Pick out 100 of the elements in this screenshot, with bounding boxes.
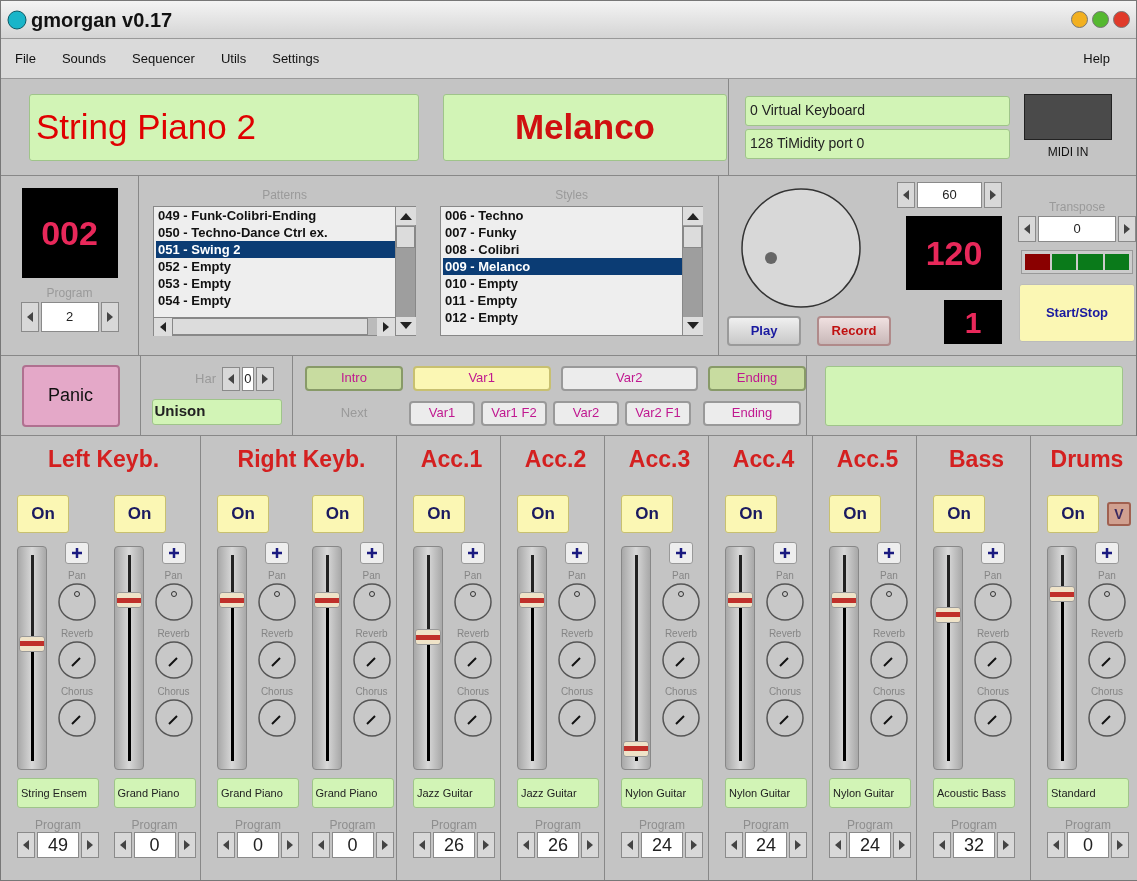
on-button[interactable]: On (17, 495, 69, 533)
list-item[interactable]: 010 - Empty (443, 275, 683, 292)
volume-fader[interactable] (933, 546, 963, 770)
value-field[interactable]: 0 (133, 832, 176, 858)
list-item[interactable]: 052 - Empty (156, 258, 396, 275)
fader-thumb[interactable] (115, 592, 142, 609)
increment-button[interactable] (893, 832, 911, 858)
list-item[interactable]: 012 - Empty (443, 309, 683, 326)
increment-button[interactable] (1111, 832, 1129, 858)
list-item[interactable]: 053 - Empty (156, 275, 396, 292)
on-button[interactable]: On (217, 495, 269, 533)
on-button[interactable]: On (413, 495, 465, 533)
list-item[interactable]: 050 - Techno-Dance Ctrl ex. (156, 224, 396, 241)
variation-button[interactable]: Ending (708, 365, 806, 391)
value-field[interactable]: 0 (331, 832, 374, 858)
decrement-button[interactable] (20, 302, 39, 332)
chorus-knob[interactable] (557, 698, 597, 738)
plus-button[interactable] (265, 542, 289, 564)
volume-fader[interactable] (621, 546, 651, 770)
next-variation-button[interactable]: Var2 (553, 400, 619, 426)
scrollbar-thumb[interactable] (396, 226, 416, 248)
on-button[interactable]: On (311, 495, 364, 533)
decrement-button[interactable] (217, 832, 235, 858)
chorus-knob[interactable] (453, 698, 493, 738)
increment-button[interactable] (789, 832, 807, 858)
value-field[interactable]: 0 (1038, 216, 1116, 242)
v-button[interactable]: V (1107, 502, 1131, 526)
on-button[interactable]: On (933, 495, 985, 533)
variation-button[interactable]: Intro (305, 365, 403, 391)
increment-button[interactable] (255, 366, 274, 391)
fader-thumb[interactable] (519, 592, 545, 609)
pan-knob[interactable] (973, 582, 1013, 622)
volume-fader[interactable] (217, 546, 247, 770)
vertical-scrollbar[interactable] (682, 207, 703, 335)
play-button[interactable]: Play (727, 316, 801, 346)
reverb-knob[interactable] (257, 640, 297, 680)
menu-item[interactable]: Sounds (61, 48, 107, 69)
list-item[interactable]: 049 - Funk-Colibri-Ending (156, 207, 396, 224)
fader-thumb[interactable] (219, 592, 245, 609)
next-variation-button[interactable]: Ending (703, 400, 801, 426)
menu-item[interactable]: Utils (220, 48, 247, 69)
list-item[interactable]: 054 - Empty (156, 292, 396, 309)
value-field[interactable]: 49 (37, 832, 79, 858)
variation-button[interactable]: Var2 (560, 365, 699, 391)
pan-knob[interactable] (661, 582, 701, 622)
variation-button[interactable]: Var1 (412, 365, 551, 391)
next-variation-button[interactable]: Var1 F2 (481, 400, 547, 426)
fader-thumb[interactable] (19, 635, 45, 652)
menu-item[interactable]: Settings (272, 48, 320, 69)
panic-button[interactable]: Panic (21, 364, 120, 427)
on-button[interactable]: On (517, 495, 569, 533)
list-item[interactable]: 007 - Funky (443, 224, 683, 241)
close-button[interactable] (1113, 11, 1130, 28)
value-field[interactable]: 24 (745, 832, 787, 858)
next-variation-button[interactable]: Var1 (409, 400, 475, 426)
decrement-button[interactable] (1018, 216, 1036, 242)
plus-button[interactable] (161, 542, 186, 564)
increment-button[interactable] (997, 832, 1015, 858)
scrollbar-thumb[interactable] (683, 226, 703, 248)
reverb-knob[interactable] (351, 640, 392, 680)
reverb-knob[interactable] (765, 640, 805, 680)
on-button[interactable]: On (829, 495, 881, 533)
menu-item[interactable]: Sequencer (132, 48, 195, 69)
decrement-button[interactable] (933, 832, 951, 858)
chorus-knob[interactable] (973, 698, 1013, 738)
value-field[interactable]: 26 (433, 832, 475, 858)
value-field[interactable]: 0 (241, 366, 254, 391)
volume-fader[interactable] (311, 546, 342, 770)
increment-button[interactable] (100, 302, 119, 332)
menu-item[interactable]: Help (1083, 48, 1110, 69)
reverb-knob[interactable] (973, 640, 1013, 680)
on-button[interactable]: On (1047, 495, 1099, 533)
increment-button[interactable] (581, 832, 599, 858)
reverb-knob[interactable] (557, 640, 597, 680)
plus-button[interactable] (359, 542, 384, 564)
reverb-knob[interactable] (869, 640, 909, 680)
horizontal-scrollbar[interactable] (154, 317, 396, 335)
plus-button[interactable] (565, 542, 589, 564)
list-item[interactable]: 051 - Swing 2 (156, 241, 396, 258)
vertical-scrollbar[interactable] (395, 207, 416, 335)
pan-knob[interactable] (557, 582, 597, 622)
value-field[interactable]: 32 (953, 832, 995, 858)
start-stop-button[interactable]: Start/Stop (1019, 284, 1135, 342)
volume-fader[interactable] (517, 546, 547, 770)
reverb-knob[interactable] (1087, 640, 1127, 680)
chorus-knob[interactable] (869, 698, 909, 738)
reverb-knob[interactable] (57, 640, 97, 680)
decrement-button[interactable] (725, 832, 743, 858)
increment-button[interactable] (477, 832, 495, 858)
value-field[interactable]: 0 (1067, 832, 1109, 858)
list-item[interactable]: 006 - Techno (443, 207, 683, 224)
on-button[interactable]: On (113, 495, 166, 533)
next-variation-button[interactable]: Var2 F1 (625, 400, 691, 426)
increment-button[interactable] (81, 832, 99, 858)
reverb-knob[interactable] (661, 640, 701, 680)
reverb-knob[interactable] (453, 640, 493, 680)
decrement-button[interactable] (517, 832, 535, 858)
pan-knob[interactable] (869, 582, 909, 622)
fader-thumb[interactable] (415, 629, 441, 646)
increment-button[interactable] (375, 832, 394, 858)
